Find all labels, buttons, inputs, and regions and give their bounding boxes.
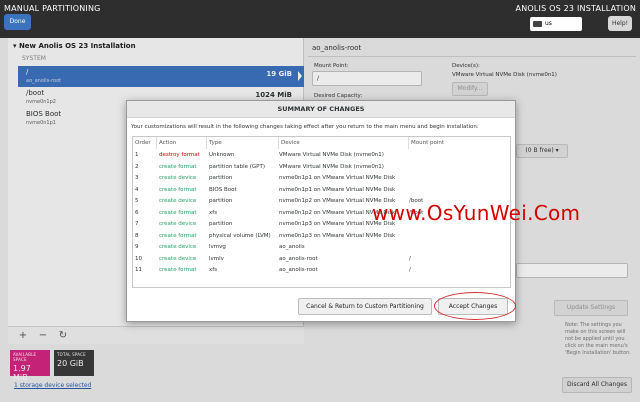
row-device: ao_anolis [279,244,305,250]
row-action: create device [159,198,197,204]
table-row[interactable]: 3 create device partition nvme0n1p1 on VMwa… [133,173,510,185]
keyboard-layout-label: us [545,20,552,27]
column-header-device[interactable]: Device [279,137,409,149]
row-mount-point: / [409,267,411,273]
row-device: VMware Virtual NVMe Disk (nvme0n1) [279,163,384,170]
row-device: ao_anolis-root [279,255,318,262]
row-action: destroy format [159,152,200,158]
table-row[interactable]: 1 destroy format Unknown VMware Virtual NVM… [133,150,510,162]
table-row[interactable]: 11 create format xfs ao_anolis-root / [133,265,510,277]
help-button[interactable]: Help! [608,16,632,31]
column-header-action[interactable]: Action [157,137,207,149]
row-order: 3 [135,175,139,181]
table-row[interactable]: 2 create format partition table (GPT) VMwar… [133,162,510,174]
row-action: create format [159,163,197,170]
row-order: 11 [135,267,142,273]
row-order: 2 [135,163,139,170]
row-type: partition [209,175,233,181]
watermark-text: www.OsYunWei.Com [372,201,581,225]
row-type: partition table (GPT) [209,163,265,170]
row-action: create device [159,244,197,250]
done-button[interactable]: Done [4,14,31,30]
table-row[interactable]: 4 create format BIOS Boot nvme0n1p1 on VMwa… [133,185,510,197]
row-type: lvmlv [209,255,224,262]
row-mount-point: / [409,255,411,262]
row-order: 1 [135,152,139,158]
keyboard-layout-indicator[interactable]: us [530,17,582,31]
row-order: 7 [135,221,139,227]
row-type: xfs [209,267,218,273]
row-action: create device [159,221,197,227]
cancel-return-button[interactable]: Cancel & Return to Custom Partitioning [298,298,432,315]
row-order: 10 [135,255,142,262]
table-row[interactable]: 10 create device lvmlv ao_anolis-root / [133,254,510,266]
dialog-message: Your customizations will result in the f… [131,124,479,130]
row-action: create device [159,175,197,181]
page-title: MANUAL PARTITIONING [4,4,101,13]
row-order: 4 [135,186,139,193]
row-type: partition [209,198,233,204]
row-type: lvmvg [209,244,226,250]
dialog-title: SUMMARY OF CHANGES [127,101,515,118]
annotation-circle [434,292,516,320]
row-device: ao_anolis-root [279,267,318,273]
column-header-mount-point[interactable]: Mount point [409,137,510,149]
column-header-order[interactable]: Order [133,137,157,149]
row-device: VMware Virtual NVMe Disk (nvme0n1) [279,152,384,158]
row-order: 9 [135,244,139,250]
header-bar: MANUAL PARTITIONING Done ANOLIS OS 23 IN… [0,0,640,38]
row-order: 5 [135,198,139,204]
row-type: BIOS Boot [209,186,237,193]
row-type: xfs [209,209,218,216]
row-action: create format [159,209,197,216]
table-row[interactable]: 9 create device lvmvg ao_anolis [133,242,510,254]
product-title: ANOLIS OS 23 INSTALLATION [515,4,636,13]
row-device: nvme0n1p3 on VMware Virtual NVMe Disk [279,232,396,239]
row-type: Unknown [209,152,235,158]
row-order: 6 [135,209,139,216]
row-type: partition [209,221,233,227]
column-header-type[interactable]: Type [207,137,279,149]
row-action: create format [159,186,197,193]
keyboard-icon [533,21,542,27]
row-type: physical volume (LVM) [209,232,271,239]
table-row[interactable]: 8 create format physical volume (LVM) nvme0… [133,231,510,243]
row-device: nvme0n1p1 on VMware Virtual NVMe Disk [279,186,396,193]
row-action: create device [159,255,197,262]
row-action: create format [159,232,197,239]
row-order: 8 [135,232,139,239]
row-action: create format [159,267,197,273]
row-device: nvme0n1p1 on VMware Virtual NVMe Disk [279,175,396,181]
